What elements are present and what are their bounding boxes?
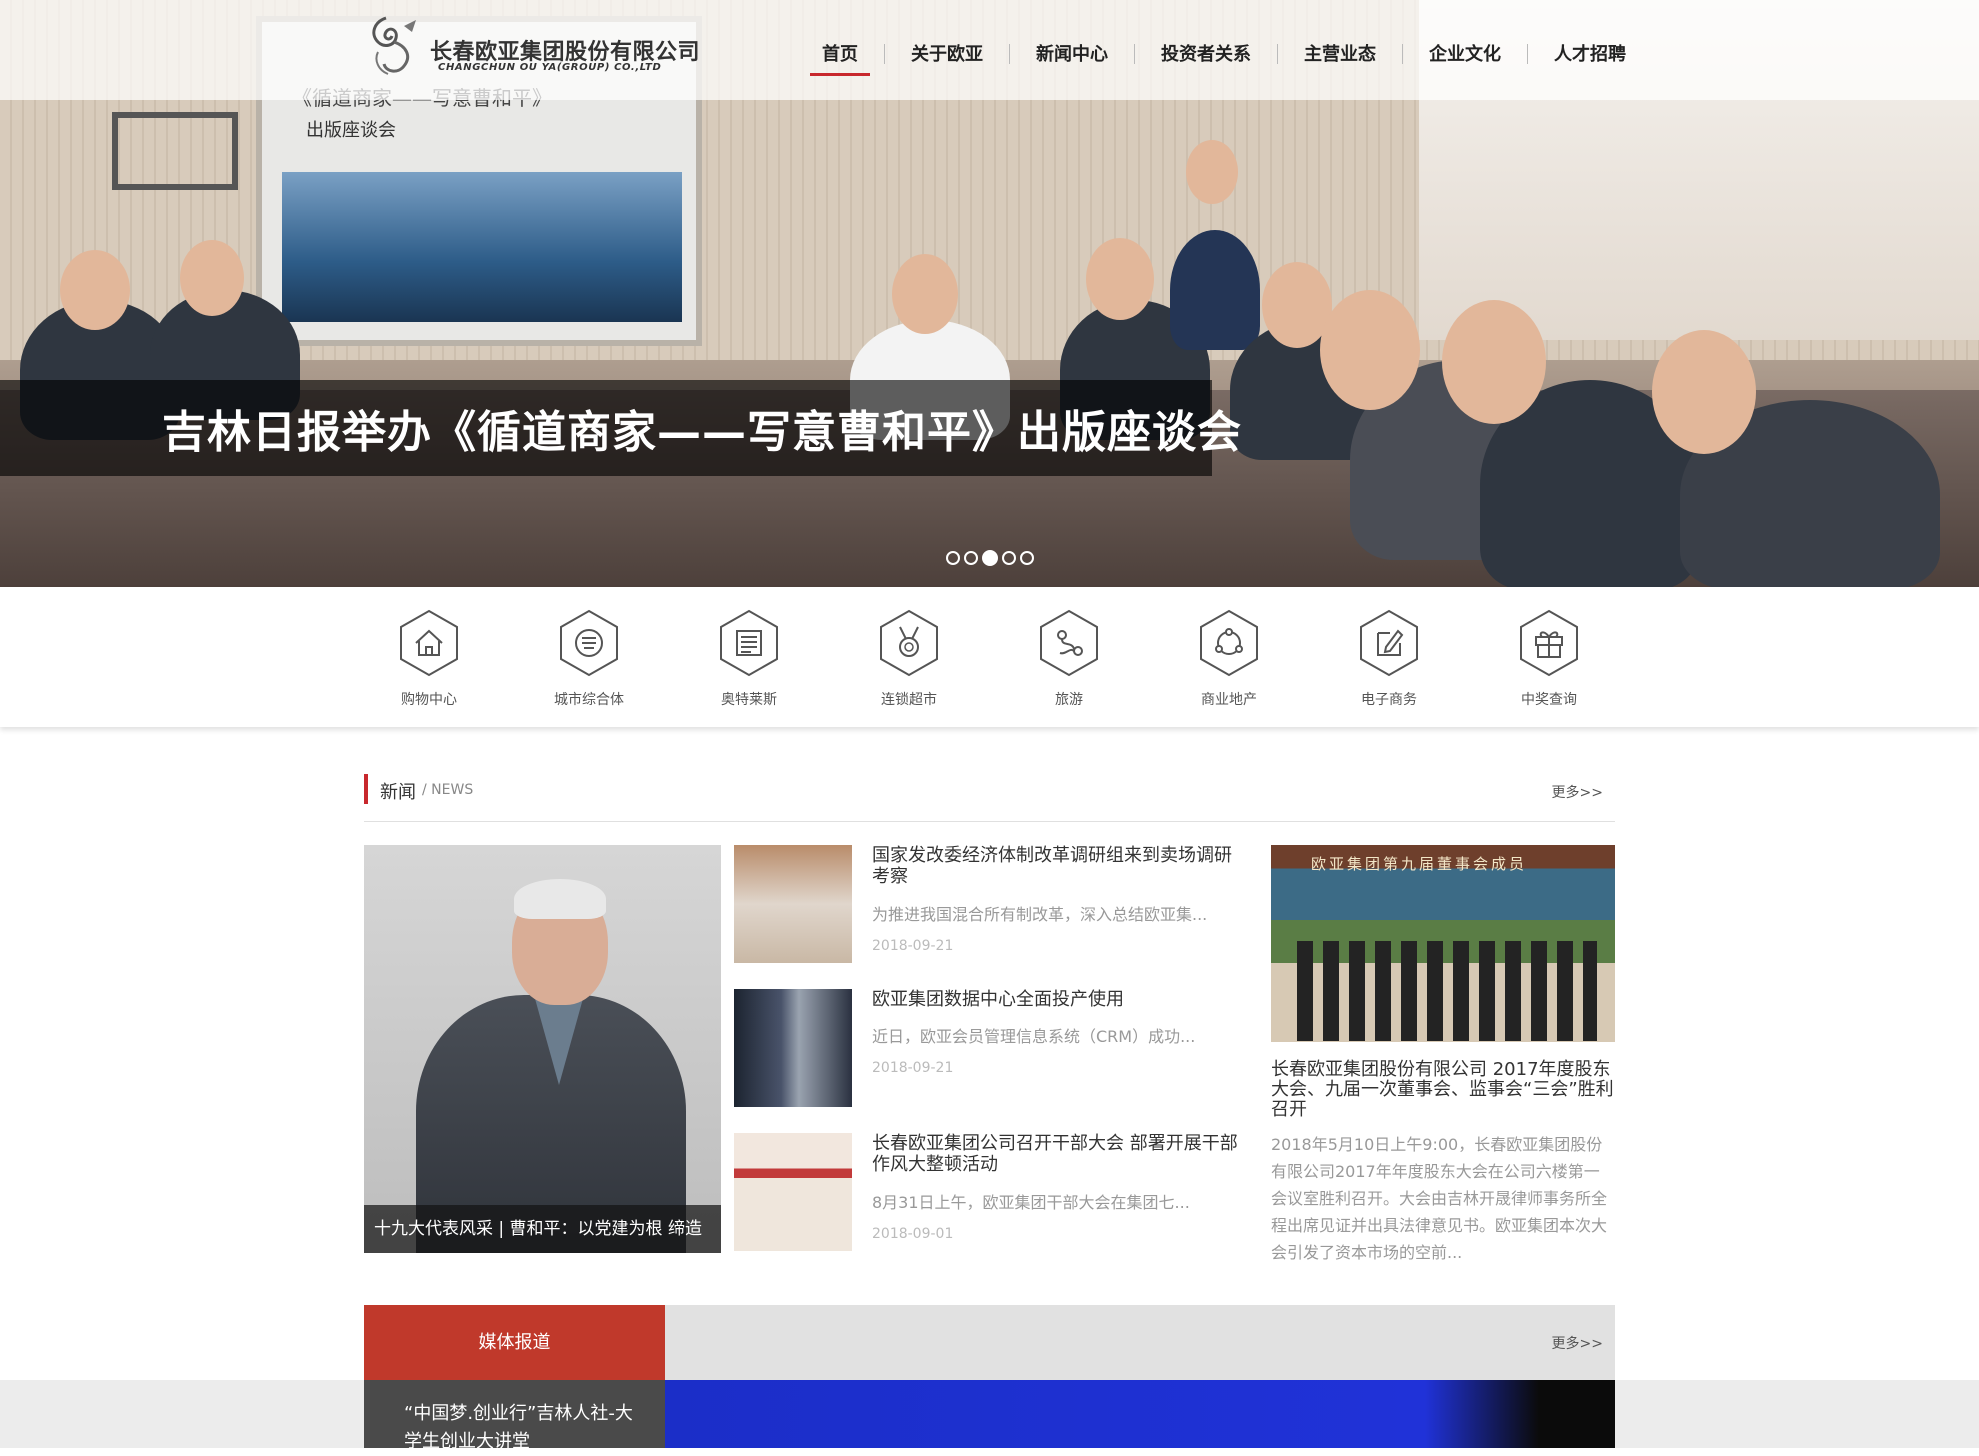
- nav-investor-relations[interactable]: 投资者关系: [1135, 32, 1277, 76]
- news-item-date: 2018-09-21: [872, 938, 954, 954]
- category-label: 购物中心: [401, 692, 457, 708]
- top-navigation-bar: 长春欧亚集团股份有限公司 CHANGCHUN OU YA(GROUP) CO.,…: [0, 0, 1979, 100]
- news-thumbnail[interactable]: [734, 1133, 852, 1251]
- attendee-head: [180, 240, 244, 316]
- media-video-preview[interactable]: [665, 1380, 1615, 1448]
- category-shopping-center[interactable]: 购物中心: [369, 609, 489, 709]
- main-nav: 首页 关于欧亚 新闻中心 投资者关系 主营业态 企业文化 人才招聘: [796, 32, 1652, 76]
- category-travel[interactable]: 旅游: [1009, 609, 1129, 709]
- featured-news-image[interactable]: 十九大代表风采 | 曹和平：以党建为根 缔造: [364, 845, 721, 1253]
- attendee-head: [1652, 330, 1756, 454]
- list-item[interactable]: 长春欧亚集团公司召开干部大会 部署开展干部作风大整顿活动 8月31日上午，欧亚集…: [734, 1133, 1238, 1251]
- news-more-link[interactable]: 更多>>: [1552, 782, 1603, 802]
- attendee-head: [1186, 140, 1238, 204]
- screen-photo: [282, 172, 682, 322]
- hero-caption[interactable]: 吉林日报举办《循道商家——写意曹和平》出版座谈会: [162, 396, 1242, 460]
- news-item-date: 2018-09-01: [872, 1226, 954, 1242]
- news-item-date: 2018-09-21: [872, 1060, 954, 1076]
- news-subtitle: / NEWS: [422, 782, 474, 798]
- slide-dot[interactable]: [1002, 551, 1016, 565]
- nav-about[interactable]: 关于欧亚: [885, 32, 1009, 76]
- attendee-head: [892, 254, 958, 334]
- news-item-desc: 8月31日上午，欧亚集团干部大会在集团七...: [872, 1193, 1190, 1212]
- category-chain-supermarket[interactable]: 连锁超市: [849, 609, 969, 709]
- group-people: [1297, 941, 1597, 1041]
- list-item[interactable]: 欧亚集团数据中心全面投产使用 近日，欧亚会员管理信息系统（CRM）成功... 2…: [734, 989, 1234, 1107]
- news-item-desc: 为推进我国混合所有制改革，深入总结欧亚集...: [872, 905, 1208, 924]
- photo-banner-text: 欧亚集团第九届董事会成员: [1311, 855, 1528, 873]
- news-item-title[interactable]: 欧亚集团数据中心全面投产使用: [872, 989, 1242, 1010]
- category-label: 旅游: [1055, 692, 1083, 708]
- wall-frame: [112, 112, 238, 190]
- house-icon: [400, 609, 458, 677]
- nav-business[interactable]: 主营业态: [1278, 32, 1402, 76]
- network-icon: [1200, 609, 1258, 677]
- media-more-link[interactable]: 更多>>: [1552, 1333, 1603, 1353]
- news-section-header: 新闻 / NEWS 更多>>: [364, 774, 1615, 822]
- category-prize-lookup[interactable]: 中奖查询: [1489, 609, 1609, 709]
- dragon-logo-icon: [372, 16, 416, 75]
- portrait-hair: [514, 879, 606, 919]
- media-list-item[interactable]: “中国梦.创业行”吉林人社-大学生创业大讲堂: [364, 1380, 665, 1452]
- nav-careers[interactable]: 人才招聘: [1528, 32, 1652, 76]
- category-label: 电子商务: [1361, 692, 1417, 708]
- news-item-desc: 近日，欧亚会员管理信息系统（CRM）成功...: [872, 1027, 1196, 1046]
- section-accent-bar: [364, 774, 368, 804]
- category-label: 奥特莱斯: [721, 692, 777, 708]
- medal-icon: [880, 609, 938, 677]
- featured-caption[interactable]: 十九大代表风采 | 曹和平：以党建为根 缔造: [374, 1214, 702, 1239]
- complex-icon: [560, 609, 618, 677]
- nav-home[interactable]: 首页: [796, 32, 884, 76]
- business-category-strip: 购物中心 城市综合体 奥特莱斯 连锁超市 旅游 商业地产 电子商务 中奖查询: [0, 587, 1979, 727]
- news-item-title[interactable]: 长春欧亚集团公司召开干部大会 部署开展干部作风大整顿活动: [872, 1133, 1242, 1175]
- news-item-title[interactable]: 国家发改委经济体制改革调研组来到卖场调研考察: [872, 845, 1242, 887]
- category-label: 连锁超市: [881, 692, 937, 708]
- slide-indicators: [946, 550, 1034, 566]
- category-outlets[interactable]: 奥特莱斯: [689, 609, 809, 709]
- slide-dot[interactable]: [964, 551, 978, 565]
- attendee: [1170, 230, 1260, 350]
- tab-media-reports[interactable]: 媒体报道: [364, 1305, 665, 1380]
- media-section-header: 媒体报道 更多>>: [364, 1305, 1615, 1380]
- board-group-photo[interactable]: 欧亚集团第九届董事会成员: [1271, 845, 1615, 1042]
- company-logo[interactable]: 长春欧亚集团股份有限公司 CHANGCHUN OU YA(GROUP) CO.,…: [364, 12, 704, 78]
- company-name-en: CHANGCHUN OU YA(GROUP) CO.,LTD: [438, 62, 662, 73]
- side-news-title[interactable]: 长春欧亚集团股份有限公司 2017年度股东大会、九届一次董事会、监事会“三会”胜…: [1271, 1060, 1615, 1120]
- edit-icon: [1360, 609, 1418, 677]
- category-urban-complex[interactable]: 城市综合体: [529, 609, 649, 709]
- category-label: 城市综合体: [554, 692, 624, 708]
- attendee-head: [1320, 290, 1420, 410]
- side-news-desc: 2018年5月10日上午9:00，长春欧亚集团股份有限公司2017年年度股东大会…: [1271, 1135, 1608, 1262]
- category-label: 商业地产: [1201, 692, 1257, 708]
- document-icon: [720, 609, 778, 677]
- news-title: 新闻: [380, 782, 416, 803]
- slide-dot[interactable]: [946, 551, 960, 565]
- nav-culture[interactable]: 企业文化: [1403, 32, 1527, 76]
- attendee-head: [60, 250, 130, 330]
- news-thumbnail[interactable]: [734, 845, 852, 963]
- screen-subtitle: 出版座谈会: [306, 120, 396, 141]
- gift-icon: [1520, 609, 1578, 677]
- category-ecommerce[interactable]: 电子商务: [1329, 609, 1449, 709]
- attendee-head: [1086, 238, 1154, 320]
- category-label: 中奖查询: [1521, 692, 1577, 708]
- slide-dot-active[interactable]: [982, 550, 998, 566]
- category-commercial-realestate[interactable]: 商业地产: [1169, 609, 1289, 709]
- route-icon: [1040, 609, 1098, 677]
- attendee-head: [1442, 300, 1546, 424]
- slide-dot[interactable]: [1020, 551, 1034, 565]
- list-item[interactable]: 国家发改委经济体制改革调研组来到卖场调研考察 为推进我国混合所有制改革，深入总结…: [734, 845, 1234, 963]
- news-thumbnail[interactable]: [734, 989, 852, 1107]
- nav-news-center[interactable]: 新闻中心: [1010, 32, 1134, 76]
